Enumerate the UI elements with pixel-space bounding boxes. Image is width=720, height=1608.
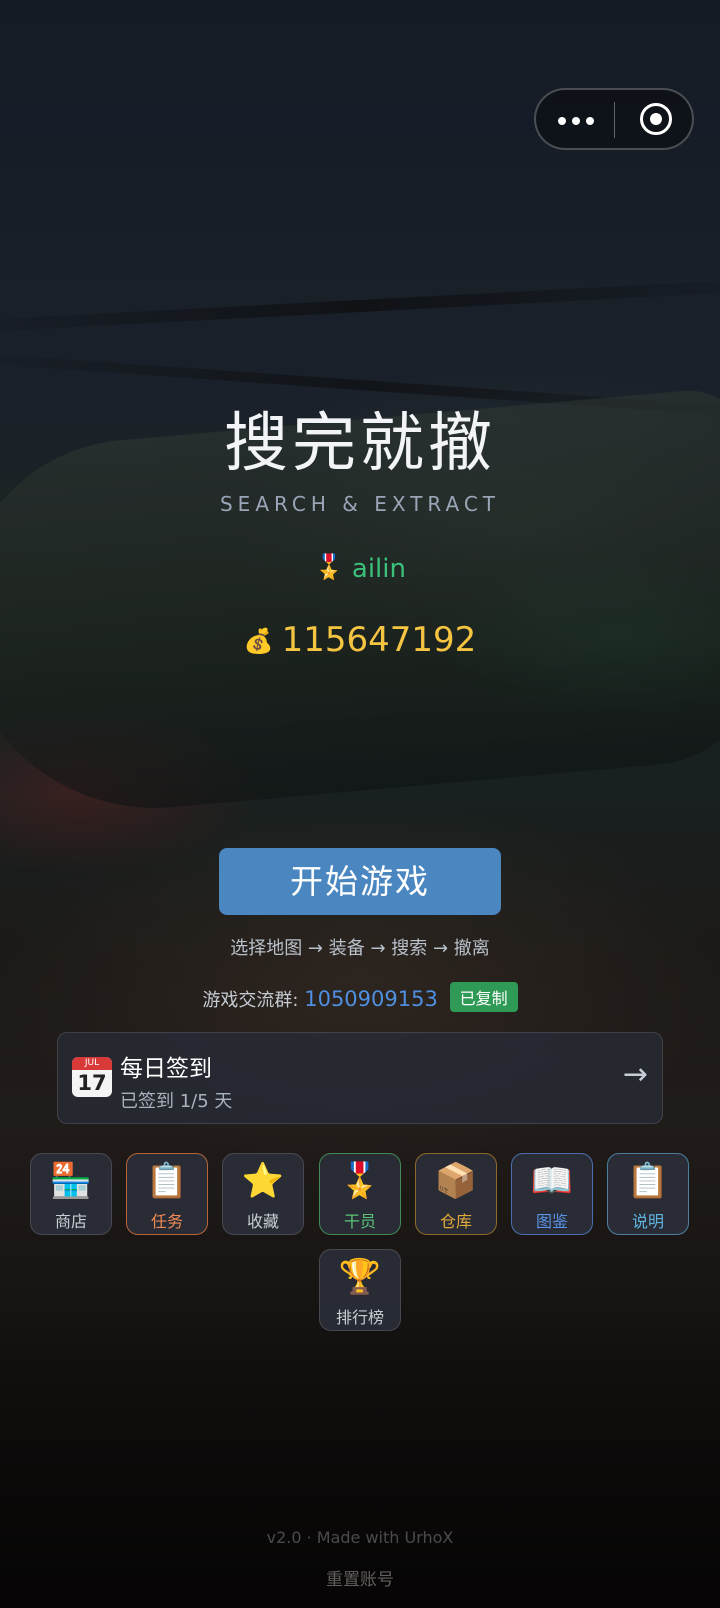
version-text: v2.0 · Made with UrhoX bbox=[266, 1528, 454, 1547]
shop-label: 商店 bbox=[54, 1212, 87, 1231]
capsule-divider bbox=[614, 102, 615, 138]
group-info: 游戏交流群: 1050909153 已复制 bbox=[0, 982, 720, 1012]
favorites-label: 收藏 bbox=[246, 1212, 279, 1231]
trophy-icon: 🏆 bbox=[338, 1257, 382, 1297]
tasks-label: 任务 bbox=[150, 1212, 183, 1231]
codex-button[interactable]: 📖 图鉴 bbox=[511, 1153, 593, 1235]
clipboard-icon: 📋 bbox=[145, 1161, 189, 1201]
daily-checkin-title: 每日签到 bbox=[120, 1056, 212, 1082]
book-icon: 📖 bbox=[530, 1161, 574, 1201]
package-icon: 📦 bbox=[434, 1161, 478, 1201]
miniprogram-capsule bbox=[534, 88, 694, 150]
clipboard-icon: 📋 bbox=[626, 1161, 670, 1201]
coins-row: 💰 115647192 bbox=[0, 620, 720, 660]
copied-badge: 已复制 bbox=[449, 982, 518, 1012]
group-label: 游戏交流群: bbox=[202, 990, 299, 1011]
favorites-button[interactable]: ⭐ 收藏 bbox=[222, 1153, 304, 1235]
tasks-button[interactable]: 📋 任务 bbox=[126, 1153, 208, 1235]
more-icon[interactable] bbox=[558, 105, 608, 135]
instructions-button[interactable]: 📋 说明 bbox=[607, 1153, 689, 1235]
game-subtitle: SEARCH & EXTRACT bbox=[219, 492, 501, 516]
calendar-icon: JUL 17 bbox=[72, 1057, 112, 1097]
leaderboard-button[interactable]: 🏆 排行榜 bbox=[319, 1249, 401, 1331]
warehouse-label: 仓库 bbox=[439, 1212, 472, 1231]
reset-account-link[interactable]: 重置账号 bbox=[0, 1565, 720, 1590]
instructions-label: 说明 bbox=[631, 1212, 664, 1231]
game-title: 搜完就撤 bbox=[224, 407, 496, 481]
operators-label: 干员 bbox=[343, 1212, 376, 1231]
medal-icon: 🎖️ bbox=[314, 553, 344, 581]
dark-overlay bbox=[0, 0, 720, 1608]
game-flow-hint: 选择地图 → 装备 → 搜索 → 撤离 bbox=[230, 938, 490, 959]
star-icon: ⭐ bbox=[241, 1161, 285, 1201]
warehouse-button[interactable]: 📦 仓库 bbox=[415, 1153, 497, 1235]
player-name-row: 🎖️ ailin bbox=[0, 553, 720, 584]
shop-button[interactable]: 🏪 商店 bbox=[30, 1153, 112, 1235]
arrow-right-icon: → bbox=[622, 1057, 648, 1092]
daily-checkin-card[interactable]: JUL 17 每日签到 已签到 1/5 天 → bbox=[57, 1032, 663, 1124]
player-name: ailin bbox=[351, 554, 406, 584]
operators-button[interactable]: 🎖️ 干员 bbox=[319, 1153, 401, 1235]
medal-icon: 🎖️ bbox=[338, 1161, 382, 1201]
close-target-icon[interactable] bbox=[640, 103, 672, 135]
group-number[interactable]: 1050909153 bbox=[304, 987, 438, 1011]
shop-icon: 🏪 bbox=[49, 1161, 93, 1201]
money-bag-icon: 💰 bbox=[243, 627, 274, 655]
coin-balance: 115647192 bbox=[281, 620, 477, 660]
start-game-button[interactable]: 开始游戏 bbox=[219, 848, 501, 915]
codex-label: 图鉴 bbox=[535, 1212, 568, 1231]
daily-checkin-status: 已签到 1/5 天 bbox=[120, 1091, 233, 1112]
leaderboard-label: 排行榜 bbox=[335, 1308, 384, 1327]
